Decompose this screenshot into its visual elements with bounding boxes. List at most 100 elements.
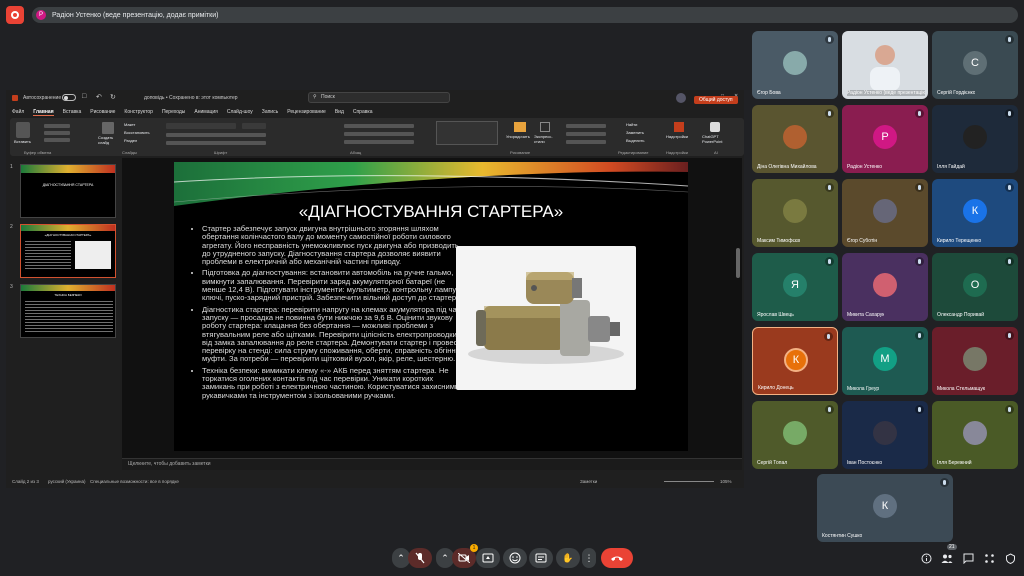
share-button[interactable]: Общий доступ bbox=[694, 96, 738, 104]
ribbon-group-addins: Надстройки bbox=[666, 150, 688, 155]
participant-name: Костянтин Сушко bbox=[822, 533, 863, 539]
ribbon-group-slides: Слайды bbox=[122, 150, 137, 155]
mic-off-icon bbox=[824, 332, 833, 341]
tab-view[interactable]: Вид bbox=[335, 109, 344, 115]
slide-thumbnails-pane: 1 ДІАГНОСТУВАННЯ СТАРТЕРА 2 «ДІАГНОСТУВА… bbox=[6, 158, 122, 470]
participant-tile[interactable]: Діна Олегівна Михайлова bbox=[752, 105, 838, 173]
replace-button[interactable]: Заменить bbox=[626, 130, 644, 135]
arrange-label: Упорядочить bbox=[506, 134, 530, 139]
participant-avatar bbox=[963, 125, 987, 149]
vertical-scrollbar[interactable] bbox=[736, 248, 740, 278]
hand-count-badge: 1 bbox=[470, 544, 478, 552]
participant-tile[interactable]: Єгор Суботін bbox=[842, 179, 928, 247]
mic-off-icon bbox=[825, 109, 834, 118]
thumb-number: 3 bbox=[10, 284, 13, 290]
autosave-toggle[interactable] bbox=[62, 94, 76, 101]
participant-tile[interactable]: Єгор Бова bbox=[752, 31, 838, 99]
tab-transitions[interactable]: Переходы bbox=[162, 109, 185, 115]
participant-tile[interactable]: Микола Стельмащук bbox=[932, 327, 1018, 395]
autosave-label: Автосохранение bbox=[23, 95, 62, 101]
activities-icon[interactable] bbox=[983, 552, 995, 564]
mic-toggle-button[interactable] bbox=[408, 548, 432, 568]
participant-tile[interactable]: К Кирило Терещенко bbox=[932, 179, 1018, 247]
participant-tile[interactable]: Микита Сахарук bbox=[842, 253, 928, 321]
more-options-button[interactable]: ⋮ bbox=[582, 548, 596, 568]
save-icon[interactable]: □ bbox=[82, 93, 86, 100]
select-button[interactable]: Выделить bbox=[626, 138, 644, 143]
tab-design[interactable]: Конструктор bbox=[124, 109, 153, 115]
participant-tile-presenter[interactable]: Радіон Устенко (веде презентацію) bbox=[842, 31, 928, 99]
tab-animations[interactable]: Анимация bbox=[194, 109, 217, 115]
recording-icon[interactable] bbox=[6, 6, 24, 24]
tab-help[interactable]: Справка bbox=[353, 109, 373, 115]
participant-avatar: К bbox=[963, 199, 987, 223]
participant-tile[interactable]: Р Радіон Устенко bbox=[842, 105, 928, 173]
participant-tile[interactable]: Я Ярослав Швець bbox=[752, 253, 838, 321]
notes-button[interactable]: Заметки bbox=[580, 479, 597, 484]
present-screen-button[interactable] bbox=[476, 548, 500, 568]
layout-button[interactable]: Макет bbox=[124, 122, 135, 127]
tab-file[interactable]: Файл bbox=[12, 109, 24, 115]
arrange-icon[interactable] bbox=[514, 122, 526, 132]
express-styles-icon[interactable] bbox=[540, 122, 550, 132]
participant-tile-speaking[interactable]: К Кирило Донець bbox=[752, 327, 838, 395]
tab-draw[interactable]: Рисование bbox=[90, 109, 115, 115]
reactions-button[interactable] bbox=[503, 548, 527, 568]
reset-button[interactable]: Восстановить bbox=[124, 130, 150, 135]
accessibility-status[interactable]: Специальные возможности: все в порядке bbox=[90, 479, 179, 484]
tab-slideshow[interactable]: Слайд-шоу bbox=[227, 109, 253, 115]
participant-tile[interactable]: Сергій Топал bbox=[752, 401, 838, 469]
addins-icon[interactable] bbox=[674, 122, 684, 132]
info-icon[interactable] bbox=[920, 552, 932, 564]
participant-tile[interactable]: Ілля Гайдай bbox=[932, 105, 1018, 173]
participant-tile[interactable]: Максим Тимофєєв bbox=[752, 179, 838, 247]
section-button[interactable]: Раздел bbox=[124, 138, 137, 143]
mic-off-icon bbox=[915, 331, 924, 340]
chat-icon[interactable] bbox=[962, 552, 974, 564]
notes-input[interactable]: Щелкните, чтобы добавить заметки bbox=[122, 458, 742, 470]
tab-review[interactable]: Рецензирование bbox=[287, 109, 326, 115]
participant-tile[interactable]: К Костянтин Сушко bbox=[817, 474, 953, 542]
participant-name: Іван Постоєнко bbox=[847, 460, 883, 466]
zoom-level[interactable]: 105% bbox=[720, 479, 732, 484]
participant-tile[interactable]: Іван Постоєнко bbox=[842, 401, 928, 469]
participant-tile[interactable]: Ілля Бережний bbox=[932, 401, 1018, 469]
ribbon-group-ai: AI bbox=[714, 150, 718, 155]
ppt-search-box[interactable]: ⚲ Поиск bbox=[308, 92, 450, 103]
ribbon-group-editing: Редактирование bbox=[618, 150, 649, 155]
tab-home[interactable]: Главная bbox=[33, 109, 54, 116]
new-slide-icon[interactable] bbox=[102, 122, 114, 134]
mic-off-icon bbox=[915, 109, 924, 118]
participant-name: Сергій Гордієнко bbox=[937, 90, 976, 96]
slide-thumbnail-1[interactable]: ДІАГНОСТУВАННЯ СТАРТЕРА bbox=[20, 164, 116, 218]
undo-icon[interactable]: ↶ bbox=[96, 93, 102, 101]
raise-hand-button[interactable]: ✋ bbox=[556, 548, 580, 568]
people-icon[interactable]: 21 bbox=[941, 544, 957, 564]
chatgpt-icon[interactable] bbox=[710, 122, 720, 132]
thumb-title: ДІАГНОСТУВАННЯ СТАРТЕРА bbox=[42, 183, 94, 187]
tab-insert[interactable]: Вставка bbox=[63, 109, 82, 115]
leave-call-button[interactable] bbox=[601, 548, 633, 568]
find-button[interactable]: Найти bbox=[626, 122, 637, 127]
captions-button[interactable] bbox=[529, 548, 553, 568]
participant-tile[interactable]: М Микола Греур bbox=[842, 327, 928, 395]
captions-icon bbox=[535, 553, 547, 563]
tab-record[interactable]: Запись bbox=[262, 109, 278, 115]
shapes-gallery[interactable] bbox=[436, 121, 498, 145]
host-controls-icon[interactable] bbox=[1004, 552, 1016, 564]
mic-off-icon bbox=[1005, 405, 1014, 414]
slide-thumbnail-2[interactable]: «ДІАГНОСТУВАННЯ СТАРТЕРА» bbox=[20, 224, 116, 278]
mic-off-icon bbox=[825, 35, 834, 44]
language-status[interactable]: русский (Украина) bbox=[48, 479, 86, 484]
slide-thumbnail-3[interactable]: ТЕХНІКА БЕЗПЕКИ bbox=[20, 284, 116, 338]
redo-icon[interactable]: ↻ bbox=[110, 93, 116, 101]
current-slide[interactable]: «ДІАГНОСТУВАННЯ СТАРТЕРА» Стартер забезп… bbox=[174, 162, 688, 451]
zoom-slider[interactable] bbox=[664, 481, 714, 482]
participant-tile[interactable]: С Сергій Гордієнко bbox=[932, 31, 1018, 99]
camera-toggle-button[interactable]: 1 bbox=[452, 544, 478, 568]
user-avatar[interactable] bbox=[676, 93, 686, 103]
participant-name: Кирило Донець bbox=[758, 385, 794, 391]
participant-tile[interactable]: О Олександр Поривай bbox=[932, 253, 1018, 321]
participant-avatar: М bbox=[873, 347, 897, 371]
paste-icon[interactable] bbox=[16, 122, 30, 138]
